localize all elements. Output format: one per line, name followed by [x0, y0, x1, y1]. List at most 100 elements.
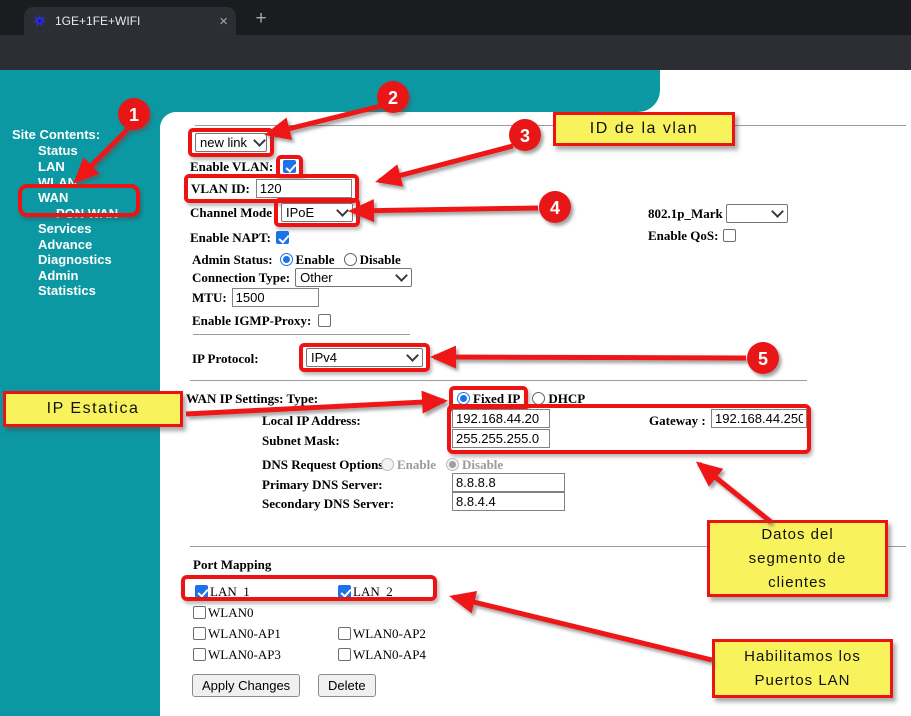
tab-close-icon[interactable]: ×	[219, 14, 228, 29]
port-mapping-title: Port Mapping	[193, 557, 271, 573]
connection-type-label: Connection Type:	[192, 270, 290, 286]
browser-tab[interactable]: 1GE+1FE+WIFI ×	[24, 7, 236, 35]
ip-protocol-select[interactable]: IPv4	[306, 348, 423, 367]
tab-title: 1GE+1FE+WIFI	[55, 14, 219, 28]
admin-disable-label: Disable	[360, 252, 401, 268]
callout-client-segment: Datos del segmento de clientes	[707, 520, 888, 597]
local-ip-label: Local IP Address:	[262, 413, 361, 429]
8021p-mark-row: 802.1p_Mark	[648, 203, 788, 224]
wlan0-ap2-label: WLAN0-AP2	[353, 626, 426, 642]
wlan0-ap1-label: WLAN0-AP1	[208, 626, 281, 642]
link-select-row: new link	[188, 132, 274, 153]
wlan0-label: WLAN0	[208, 605, 254, 621]
apply-changes-button[interactable]: Apply Changes	[192, 674, 300, 697]
wlan0-ap3-label: WLAN0-AP3	[208, 647, 281, 663]
dns-disable-radio[interactable]	[446, 458, 459, 471]
dns-disable-label: Disable	[462, 457, 503, 473]
enable-qos-label: Enable QoS:	[648, 228, 718, 244]
sidebar-item-status[interactable]: Status	[38, 143, 78, 158]
separator-top	[195, 125, 906, 126]
highlight-box-lan-ports	[181, 575, 437, 601]
primary-dns-input[interactable]	[452, 473, 565, 492]
mtu-row: MTU:	[192, 287, 319, 308]
enable-qos-row: Enable QoS:	[648, 225, 736, 246]
favicon-icon	[32, 14, 47, 29]
connection-type-row: Connection Type: Other	[192, 267, 412, 288]
chevron-down-icon	[336, 204, 349, 217]
callout-static-ip: IP Estatica	[3, 391, 183, 427]
port-wlan0-ap4: WLAN0-AP4	[338, 644, 426, 665]
sidebar-item-lan[interactable]: LAN	[38, 159, 65, 174]
admin-enable-radio[interactable]	[280, 253, 293, 266]
igmp-row: Enable IGMP-Proxy:	[192, 310, 331, 331]
wlan0-ap4-label: WLAN0-AP4	[353, 647, 426, 663]
chevron-down-icon	[253, 134, 266, 147]
wlan0-ap3-checkbox[interactable]	[193, 648, 206, 661]
separator-mid	[190, 380, 807, 381]
dns-enable-radio[interactable]	[381, 458, 394, 471]
8021p-mark-select[interactable]	[726, 204, 788, 223]
separator-short	[193, 334, 410, 335]
mtu-input[interactable]	[232, 288, 319, 307]
browser-tab-strip: 1GE+1FE+WIFI × +	[0, 0, 911, 35]
dns-options-radios: Enable Disable	[381, 454, 503, 475]
highlight-box-wan-nav	[18, 184, 140, 217]
wan-ip-type-label: WAN IP Settings: Type:	[186, 391, 318, 407]
port-wlan0-ap2: WLAN0-AP2	[338, 623, 426, 644]
enable-napt-checkbox[interactable]	[276, 231, 289, 244]
highlight-box-ip-fields	[447, 404, 811, 454]
channel-mode-row: Channel Mode IPoE	[190, 202, 360, 223]
admin-status-label: Admin Status:	[192, 252, 273, 268]
dns-options-label: DNS Request Options:	[262, 457, 388, 473]
wlan0-ap1-checkbox[interactable]	[193, 627, 206, 640]
port-wlan0-ap1: WLAN0-AP1	[193, 623, 281, 644]
secondary-dns-input[interactable]	[452, 492, 565, 511]
wlan0-checkbox[interactable]	[193, 606, 206, 619]
igmp-label: Enable IGMP-Proxy:	[192, 313, 311, 329]
sidebar-item-advance[interactable]: Advance	[38, 237, 92, 252]
vlan-id-row: VLAN ID:	[184, 178, 359, 199]
mtu-label: MTU:	[192, 290, 227, 306]
screenshot-root: 1GE+1FE+WIFI × + ← → No es seguro 192.16…	[0, 0, 911, 716]
vlan-id-label: VLAN ID:	[191, 181, 250, 197]
enable-napt-label: Enable NAPT:	[190, 230, 271, 246]
connection-type-select[interactable]: Other	[295, 268, 412, 287]
wlan0-ap2-checkbox[interactable]	[338, 627, 351, 640]
callout-vlan-id: ID de la vlan	[553, 112, 735, 146]
delete-button[interactable]: Delete	[318, 674, 376, 697]
highlight-box-channel-mode: IPoE	[274, 198, 360, 227]
channel-mode-select[interactable]: IPoE	[281, 203, 353, 222]
enable-napt-row: Enable NAPT:	[190, 227, 289, 248]
sidebar-item-admin[interactable]: Admin	[38, 268, 78, 283]
chevron-down-icon	[771, 205, 784, 218]
sidebar-item-statistics[interactable]: Statistics	[38, 283, 96, 298]
admin-disable-radio[interactable]	[344, 253, 357, 266]
port-wlan0-ap3: WLAN0-AP3	[193, 644, 281, 665]
sidebar-title: Site Contents:	[12, 127, 100, 142]
admin-enable-label: Enable	[296, 252, 335, 268]
highlight-box-ip-protocol: IPv4	[299, 343, 430, 372]
enable-vlan-label: Enable VLAN:	[190, 159, 273, 175]
new-tab-button[interactable]: +	[248, 6, 274, 32]
vlan-id-input[interactable]	[256, 179, 352, 198]
secondary-dns-label: Secondary DNS Server:	[262, 496, 394, 512]
link-select[interactable]: new link	[195, 133, 267, 152]
ip-protocol-label: IP Protocol:	[192, 351, 259, 367]
primary-dns-label: Primary DNS Server:	[262, 477, 383, 493]
subnet-mask-label: Subnet Mask:	[262, 433, 340, 449]
dns-enable-label: Enable	[397, 457, 436, 473]
enable-vlan-checkbox[interactable]	[283, 160, 296, 173]
browser-toolbar: ← → No es seguro 192.168.1.1	[0, 35, 911, 70]
wlan0-ap4-checkbox[interactable]	[338, 648, 351, 661]
port-wlan0: WLAN0	[193, 602, 254, 623]
enable-qos-checkbox[interactable]	[723, 229, 736, 242]
chevron-down-icon	[395, 269, 408, 282]
igmp-checkbox[interactable]	[318, 314, 331, 327]
callout-lan-ports: Habilitamos los Puertos LAN	[712, 639, 893, 698]
highlight-box-new-link: new link	[188, 128, 274, 157]
chevron-down-icon	[406, 349, 419, 362]
channel-mode-label: Channel Mode	[190, 205, 272, 221]
sidebar-item-diagnostics[interactable]: Diagnostics	[38, 252, 112, 267]
8021p-mark-label: 802.1p_Mark	[648, 206, 723, 222]
sidebar-item-services[interactable]: Services	[38, 221, 92, 236]
